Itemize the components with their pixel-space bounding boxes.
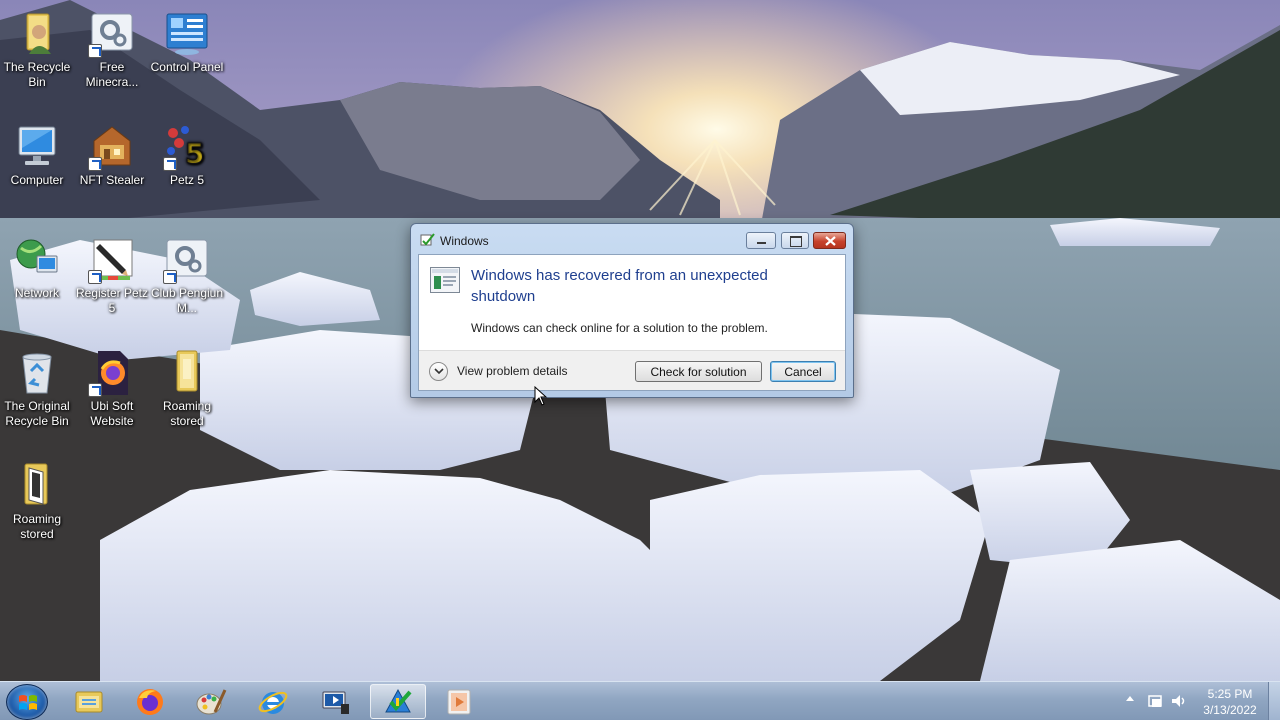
taskbar-problem-reports[interactable] [370,684,426,719]
close-icon [825,236,836,246]
taskbar: 5:25 PM 3/13/2022 [0,681,1280,720]
problem-reports-icon [385,688,412,712]
dialog-title: Windows [440,234,489,248]
action-center-flag-icon[interactable] [1147,692,1165,710]
windows-check-icon [420,233,435,246]
taskbar-internet-explorer[interactable] [245,684,301,719]
desktop-icon-the-recycle-bin[interactable]: The Recycle Bin [0,10,75,90]
windows-logo-icon [19,695,37,710]
register-pen-icon [88,236,136,284]
chevron-down-icon [429,361,448,381]
desktop-icon-roaming-stored-2[interactable]: Roaming stored [0,462,75,542]
minimize-button[interactable] [746,232,776,249]
desktop-icon-register-petz-5[interactable]: Register Petz 5 [74,236,150,316]
taskbar-clock[interactable]: 5:25 PM 3/13/2022 [1195,686,1265,718]
settings-shortcut-icon [88,10,136,58]
clock-time: 5:25 PM [1207,687,1253,701]
taskbar-paint[interactable] [183,684,239,719]
firefox-icon [137,688,163,715]
taskbar-file-explorer[interactable] [61,684,117,719]
taskbar-media-center[interactable] [307,684,363,719]
file-explorer-icon [75,691,103,712]
taskbar-firefox[interactable] [122,684,178,719]
start-button[interactable] [6,684,48,720]
desktop-icon-club-penguin[interactable]: Club Pengiun M... [149,236,225,316]
paint-icon [196,688,227,714]
computer-icon [13,123,61,171]
recovery-dialog: Windows Windows has recovered from an un… [410,223,854,398]
media-player-icon [447,689,471,714]
desktop-icon-nft-stealer[interactable]: NFT Stealer [74,123,150,188]
desktop-icon-original-recycle-bin[interactable]: The Original Recycle Bin [0,349,75,429]
details-label: View problem details [457,364,568,378]
dialog-titlebar[interactable]: Windows [411,224,853,254]
show-desktop-button[interactable] [1268,682,1280,720]
settings-shortcut-icon [163,236,211,284]
network-icon [13,236,61,284]
desktop-icon-roaming-stored[interactable]: Roaming stored [149,349,225,429]
clock-date: 3/13/2022 [1203,703,1257,717]
desktop-icon-network[interactable]: Network [0,236,75,301]
maximize-button[interactable] [781,232,809,249]
check-for-solution-button[interactable]: Check for solution [635,361,762,382]
internet-explorer-icon [258,691,288,714]
desktop-icon-free-minecraft[interactable]: Free Minecra... [74,10,150,90]
show-hidden-icons-icon[interactable] [1126,696,1134,701]
control-panel-icon [163,10,211,58]
desktop-icon-ubi-soft-website[interactable]: Ubi Soft Website [74,349,150,429]
dialog-description: Windows can check online for a solution … [471,321,768,335]
folder-user-icon [13,10,61,58]
svg-text:5: 5 [185,137,204,170]
dialog-content: Windows has recovered from an unexpected… [419,255,845,350]
volume-icon[interactable] [1170,692,1188,710]
desktop-icon-computer[interactable]: Computer [0,123,75,188]
folder-door-icon [13,462,61,510]
firefox-doc-icon [88,349,136,397]
recycle-bin-icon [13,349,61,397]
windows-media-center-icon [322,691,349,714]
desktop-icon-petz-5[interactable]: 5 Petz 5 [149,123,225,188]
close-button[interactable] [813,232,846,249]
folder-icon [163,349,211,397]
dialog-heading: Windows has recovered from an unexpected… [471,267,768,305]
mouse-pointer-icon [534,386,548,406]
cancel-button[interactable]: Cancel [770,361,836,382]
petz5-icon: 5 [163,123,211,171]
system-window-icon [430,267,460,293]
nft-stealer-icon [88,123,136,171]
desktop-icon-control-panel[interactable]: Control Panel [149,10,225,75]
dialog-body: Windows has recovered from an unexpected… [418,254,846,391]
dialog-footer: View problem details Check for solution … [419,350,845,390]
view-problem-details-toggle[interactable]: View problem details [429,361,568,381]
taskbar-media-player[interactable] [431,684,487,719]
